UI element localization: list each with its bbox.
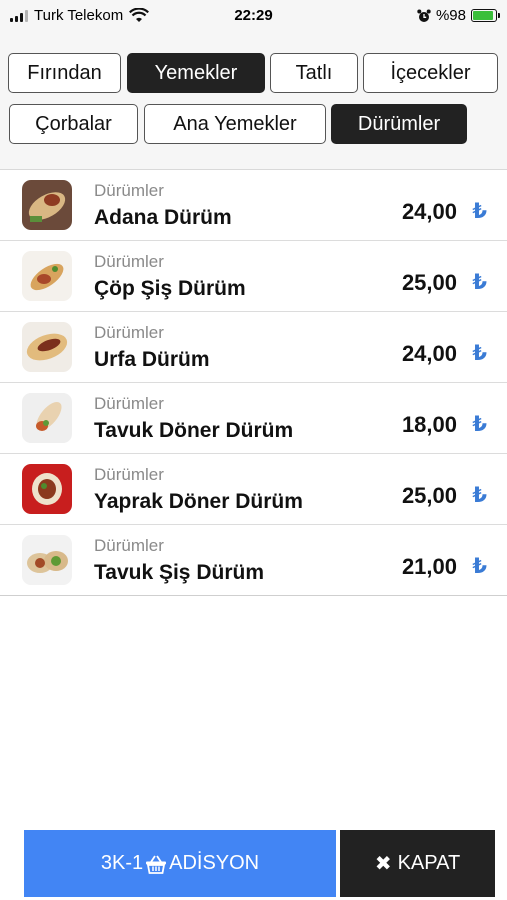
product-row[interactable]: Dürümler Tavuk Şiş Dürüm 21,00 ₺ xyxy=(0,525,507,596)
product-thumbnail xyxy=(22,535,72,585)
product-thumbnail xyxy=(22,322,72,372)
product-thumbnail xyxy=(22,180,72,230)
product-category: Dürümler xyxy=(94,465,164,484)
chip-icecekler[interactable]: İçecekler xyxy=(363,53,498,93)
product-name: Tavuk Döner Dürüm xyxy=(94,419,294,442)
lira-icon: ₺ xyxy=(472,271,487,294)
product-list: Dürümler Adana Dürüm 24,00 ₺ Dürümler Çö… xyxy=(0,170,507,596)
product-price: 21,00 xyxy=(401,554,457,579)
product-thumbnail xyxy=(22,464,72,514)
product-price: 25,00 xyxy=(401,483,457,508)
battery-icon xyxy=(471,9,500,22)
close-button[interactable]: ✖ KAPAT xyxy=(340,830,495,897)
chip-yemekler[interactable]: Yemekler xyxy=(127,53,265,93)
product-row[interactable]: Dürümler Çöp Şiş Dürüm 25,00 ₺ xyxy=(0,241,507,312)
lira-icon: ₺ xyxy=(472,555,487,578)
product-price: 25,00 xyxy=(401,270,457,295)
battery-percent: %98 xyxy=(435,7,466,24)
product-price: 24,00 xyxy=(401,341,457,366)
category-area: Fırından Yemekler Tatlı İçecekler Çorbal… xyxy=(0,32,507,170)
product-price: 24,00 xyxy=(401,199,457,224)
product-price: 18,00 xyxy=(401,412,457,437)
lira-icon: ₺ xyxy=(472,200,487,223)
product-category: Dürümler xyxy=(94,536,164,555)
status-bar: Turk Telekom 22:29 %98 xyxy=(0,0,507,32)
lira-icon: ₺ xyxy=(472,342,487,365)
chip-firindan[interactable]: Fırından xyxy=(8,53,121,93)
product-name: Çöp Şiş Dürüm xyxy=(94,277,246,300)
adisyon-button[interactable]: 3K-1 ADİSYON xyxy=(24,830,336,897)
close-label: KAPAT xyxy=(397,852,461,874)
product-name: Urfa Dürüm xyxy=(94,348,210,371)
product-category: Dürümler xyxy=(94,181,164,200)
table-code: 3K-1 xyxy=(100,852,144,874)
product-thumbnail xyxy=(22,251,72,301)
product-category: Dürümler xyxy=(94,252,164,271)
basket-icon xyxy=(146,855,167,874)
product-category: Dürümler xyxy=(94,323,164,342)
alarm-icon xyxy=(417,9,431,22)
lira-icon: ₺ xyxy=(472,484,487,507)
chip-ana-yemekler[interactable]: Ana Yemekler xyxy=(144,104,326,144)
close-icon: ✖ xyxy=(374,853,392,875)
adisyon-label: ADİSYON xyxy=(169,852,260,874)
product-thumbnail xyxy=(22,393,72,443)
product-name: Yaprak Döner Dürüm xyxy=(94,490,303,513)
product-category: Dürümler xyxy=(94,394,164,413)
battery-fill xyxy=(473,11,493,20)
product-row[interactable]: Dürümler Urfa Dürüm 24,00 ₺ xyxy=(0,312,507,383)
lira-icon: ₺ xyxy=(472,413,487,436)
product-row[interactable]: Dürümler Adana Dürüm 24,00 ₺ xyxy=(0,170,507,241)
chip-durumler[interactable]: Dürümler xyxy=(331,104,467,144)
product-name: Adana Dürüm xyxy=(94,206,232,229)
chip-tatli[interactable]: Tatlı xyxy=(270,53,358,93)
product-name: Tavuk Şiş Dürüm xyxy=(94,561,264,584)
product-row[interactable]: Dürümler Yaprak Döner Dürüm 25,00 ₺ xyxy=(0,454,507,525)
status-right: %98 xyxy=(417,7,500,24)
product-row[interactable]: Dürümler Tavuk Döner Dürüm 18,00 ₺ xyxy=(0,383,507,454)
chip-corbalar[interactable]: Çorbalar xyxy=(9,104,138,144)
